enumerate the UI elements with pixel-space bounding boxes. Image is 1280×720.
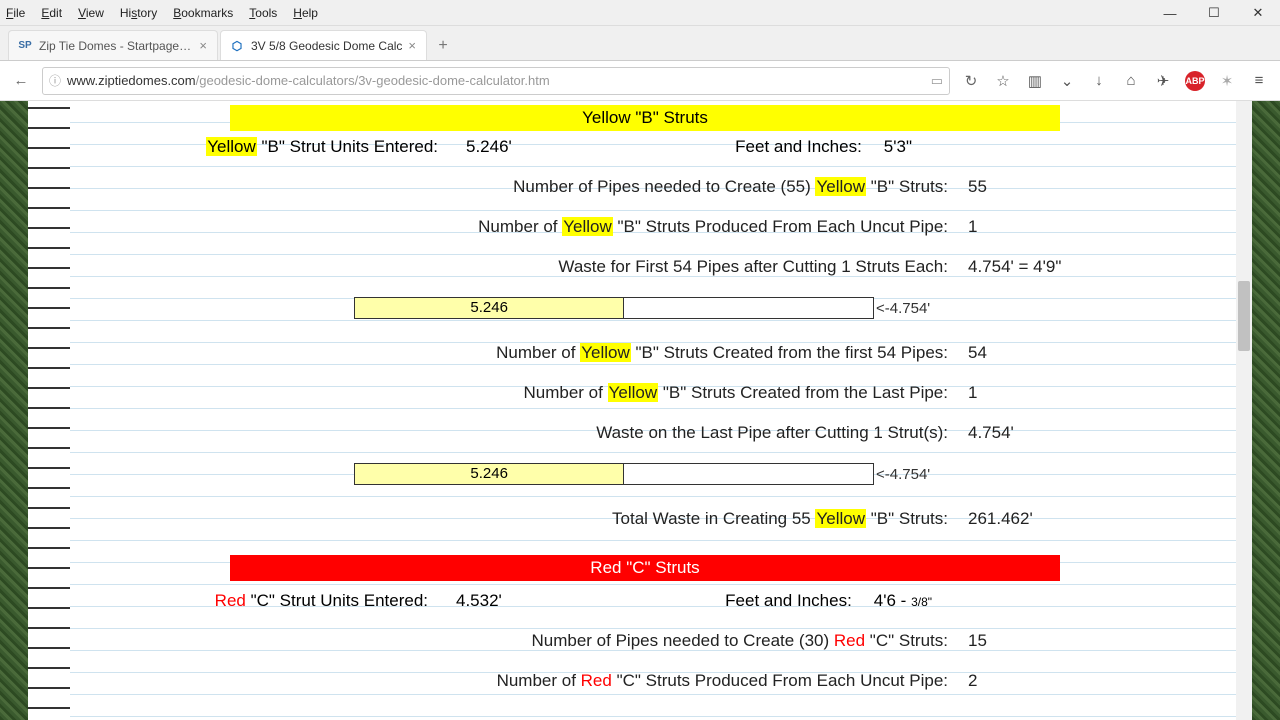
library-icon[interactable]: ▥ (1020, 66, 1050, 96)
maximize-button[interactable]: ☐ (1192, 0, 1236, 26)
pipe-segment-waste (624, 298, 873, 318)
extension-icon[interactable]: ✶ (1212, 66, 1242, 96)
tab-strip: SP Zip Tie Domes - Startpage W × ⬡ 3V 5/… (0, 26, 1280, 61)
minimize-button[interactable]: — (1148, 0, 1192, 26)
tab-label: Zip Tie Domes - Startpage W (39, 39, 193, 53)
home-icon[interactable]: ⌂ (1116, 66, 1146, 96)
pipes-needed-value: 55 (968, 177, 987, 197)
row-red-produced: Number of Red "C" Struts Produced From E… (230, 671, 1232, 691)
pipe-segment-waste (624, 464, 873, 484)
total-waste-value: 261.462' (968, 509, 1033, 529)
feet-inches-label: Feet and Inches: (712, 137, 862, 157)
reload-button[interactable]: ↻ (956, 66, 986, 96)
pocket-icon[interactable]: ⌄ (1052, 66, 1082, 96)
menu-edit[interactable]: Edit (41, 6, 62, 20)
section-header-red: Red "C" Struts (230, 555, 1060, 581)
tab-label: 3V 5/8 Geodesic Dome Calc (251, 39, 402, 53)
adblock-icon[interactable]: ABP (1185, 71, 1205, 91)
close-tab-icon[interactable]: × (408, 38, 416, 53)
row-red-units-entered: Red "C" Strut Units Entered: 4.532' Feet… (230, 591, 1232, 611)
row-produced-per-pipe: Number of Yellow "B" Struts Produced Fro… (230, 217, 1232, 237)
waste-last-value: 4.754' (968, 423, 1014, 443)
send-icon[interactable]: ✈ (1148, 66, 1178, 96)
menu-view[interactable]: View (78, 6, 104, 20)
window-controls: — ☐ ✕ (1148, 0, 1280, 26)
background-right (1252, 101, 1280, 720)
menu-bar: File Edit View History Bookmarks Tools H… (0, 0, 1280, 26)
close-tab-icon[interactable]: × (199, 38, 207, 53)
pipe-bar: 5.246 (354, 297, 874, 319)
bookmark-star-icon[interactable]: ☆ (988, 66, 1018, 96)
site-info-icon[interactable]: ⓘ (49, 72, 61, 89)
vertical-scrollbar[interactable] (1236, 101, 1252, 720)
highlight-red: Red (215, 591, 246, 610)
favicon-icon: ⬡ (229, 38, 245, 54)
pipe-segment-strut: 5.246 (355, 298, 624, 318)
created-first-value: 54 (968, 343, 987, 363)
feet-inches-value: 5'3" (884, 137, 912, 157)
section-header-yellow: Yellow "B" Struts (230, 105, 1060, 131)
highlight-yellow: Yellow (206, 137, 257, 156)
new-tab-button[interactable]: + (429, 32, 457, 60)
downloads-icon[interactable]: ↓ (1084, 66, 1114, 96)
red-feet-inches-value: 4'6 - 3/8" (874, 591, 932, 611)
pipe-waste-label: <-4.754' (876, 466, 930, 483)
units-entered-value: 5.246' (466, 137, 512, 157)
back-button[interactable]: ← (6, 66, 36, 96)
url-path: /geodesic-dome-calculators/3v-geodesic-d… (196, 73, 550, 88)
url-domain: www.ziptiedomes.com (67, 73, 196, 88)
browser-toolbar: ← ⓘ www.ziptiedomes.com/geodesic-dome-ca… (0, 61, 1280, 101)
menu-history[interactable]: History (120, 6, 157, 20)
menu-tools[interactable]: Tools (249, 6, 277, 20)
calculator-output: Yellow "B" Struts Yellow "B" Strut Units… (70, 101, 1252, 720)
pipe-segment-strut: 5.246 (355, 464, 624, 484)
red-feet-inches-label: Feet and Inches: (702, 591, 852, 611)
red-pipes-needed-value: 15 (968, 631, 987, 651)
background-left (0, 101, 28, 720)
tab-startpage[interactable]: SP Zip Tie Domes - Startpage W × (8, 30, 218, 60)
produced-value: 1 (968, 217, 977, 237)
menu-file[interactable]: File (6, 6, 25, 20)
row-created-first: Number of Yellow "B" Struts Created from… (230, 343, 1232, 363)
notebook-area: Yellow "B" Struts Yellow "B" Strut Units… (28, 101, 1252, 720)
row-total-waste: Total Waste in Creating 55 Yellow "B" St… (230, 509, 1232, 529)
close-window-button[interactable]: ✕ (1236, 0, 1280, 26)
favicon-icon: SP (17, 38, 33, 54)
row-pipes-needed: Number of Pipes needed to Create (55) Ye… (230, 177, 1232, 197)
reader-mode-icon[interactable]: ▭ (931, 73, 943, 89)
hamburger-menu-icon[interactable]: ≡ (1244, 66, 1274, 96)
menu-bookmarks[interactable]: Bookmarks (173, 6, 233, 20)
pipe-waste-label: <-4.754' (876, 300, 930, 317)
row-waste-first: Waste for First 54 Pipes after Cutting 1… (230, 257, 1232, 277)
created-last-value: 1 (968, 383, 977, 403)
row-waste-last: Waste on the Last Pipe after Cutting 1 S… (230, 423, 1232, 443)
red-units-entered-value: 4.532' (456, 591, 502, 611)
scrollbar-thumb[interactable] (1238, 281, 1250, 351)
pipe-diagram-2: 5.246 <-4.754' (354, 463, 1232, 485)
red-produced-value: 2 (968, 671, 977, 691)
pipe-bar: 5.246 (354, 463, 874, 485)
menu-help[interactable]: Help (293, 6, 318, 20)
page-content: Yellow "B" Struts Yellow "B" Strut Units… (0, 101, 1280, 720)
row-units-entered: Yellow "B" Strut Units Entered: 5.246' F… (230, 137, 1232, 157)
row-created-last: Number of Yellow "B" Struts Created from… (230, 383, 1232, 403)
spiral-binding (28, 101, 70, 720)
tab-geodesic-calc[interactable]: ⬡ 3V 5/8 Geodesic Dome Calc × (220, 30, 427, 60)
waste-first-value: 4.754' = 4'9" (968, 257, 1061, 277)
row-red-pipes-needed: Number of Pipes needed to Create (30) Re… (230, 631, 1232, 651)
pipe-diagram-1: 5.246 <-4.754' (354, 297, 1232, 319)
url-bar[interactable]: ⓘ www.ziptiedomes.com/geodesic-dome-calc… (42, 67, 950, 95)
